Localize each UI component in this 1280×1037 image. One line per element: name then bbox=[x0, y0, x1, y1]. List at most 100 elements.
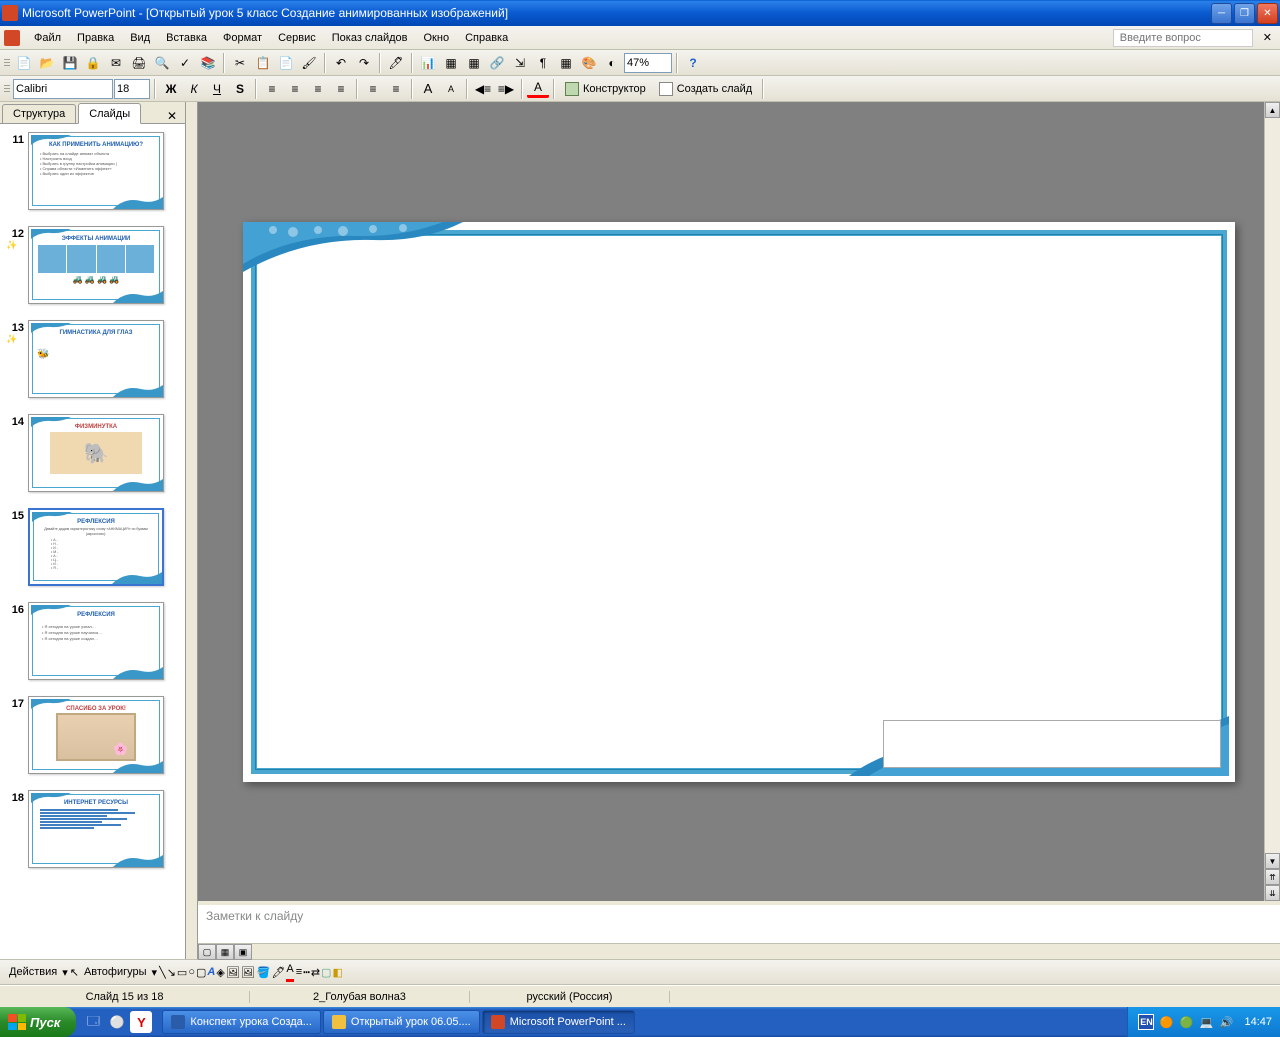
toolbar-handle[interactable] bbox=[4, 53, 10, 73]
ink-icon[interactable]: 🖊 bbox=[385, 52, 407, 74]
minimize-button[interactable]: ─ bbox=[1211, 3, 1232, 24]
help-icon[interactable]: ? bbox=[682, 52, 704, 74]
view-normal-icon[interactable]: ▢ bbox=[198, 944, 216, 960]
thumbnail-row[interactable]: 11КАК ПРИМЕНИТЬ АНИМАЦИЮ?• Выбрать на сл… bbox=[0, 128, 185, 222]
tray-icon[interactable]: 🟠 bbox=[1158, 1014, 1174, 1030]
menu-window[interactable]: Окно bbox=[416, 29, 458, 47]
thumbnail-row[interactable]: 18ИНТЕРНЕТ РЕСУРСЫ bbox=[0, 786, 185, 880]
grid-icon[interactable]: ▦ bbox=[555, 52, 577, 74]
email-icon[interactable]: ✉ bbox=[105, 52, 127, 74]
chevron-down-icon[interactable]: ▾ bbox=[152, 966, 158, 979]
new-icon[interactable]: 📄 bbox=[13, 52, 35, 74]
tray-icon[interactable]: 🔊 bbox=[1218, 1014, 1234, 1030]
menu-insert[interactable]: Вставка bbox=[158, 29, 215, 47]
dash-style-icon[interactable]: ┅ bbox=[303, 966, 310, 979]
slide-thumbnail[interactable]: ГИМНАСТИКА ДЛЯ ГЛАЗ🐝 bbox=[28, 320, 164, 398]
status-lang[interactable]: русский (Россия) bbox=[470, 991, 670, 1003]
increase-indent-icon[interactable]: ≡▶ bbox=[495, 78, 517, 100]
show-formatting-icon[interactable]: ¶ bbox=[532, 52, 554, 74]
font-color-icon[interactable]: A bbox=[527, 79, 549, 98]
shadow-button[interactable]: S bbox=[229, 78, 251, 100]
autoshapes-menu[interactable]: Автофигуры bbox=[80, 966, 151, 978]
fill-color-icon[interactable]: 🪣 bbox=[257, 966, 271, 979]
decrease-indent-icon[interactable]: ◀≡ bbox=[472, 78, 494, 100]
taskbar-item[interactable]: Microsoft PowerPoint ... bbox=[482, 1010, 635, 1034]
menu-edit[interactable]: Правка bbox=[69, 29, 122, 47]
align-justify-icon[interactable]: ≡ bbox=[330, 78, 352, 100]
app-menu-icon[interactable] bbox=[4, 30, 20, 46]
align-right-icon[interactable]: ≡ bbox=[307, 78, 329, 100]
thumbnail-row[interactable]: 15РЕФЛЕКСИЯДавайте дадим характеристику … bbox=[0, 504, 185, 598]
menu-format[interactable]: Формат bbox=[215, 29, 270, 47]
redo-icon[interactable]: ↷ bbox=[353, 52, 375, 74]
font-color-icon[interactable]: A bbox=[286, 963, 293, 982]
cut-icon[interactable]: ✂ bbox=[229, 52, 251, 74]
expand-icon[interactable]: ⇲ bbox=[509, 52, 531, 74]
yandex-icon[interactable]: Y bbox=[130, 1011, 152, 1033]
hyperlink-icon[interactable]: 🔗 bbox=[486, 52, 508, 74]
diagram-icon[interactable]: ◈ bbox=[216, 966, 224, 979]
scroll-up-icon[interactable]: ▲ bbox=[1265, 102, 1280, 118]
picture-icon[interactable]: 🖼 bbox=[241, 966, 255, 979]
table-icon[interactable]: ▦ bbox=[440, 52, 462, 74]
menu-view[interactable]: Вид bbox=[122, 29, 158, 47]
tray-icon[interactable]: 💻 bbox=[1198, 1014, 1214, 1030]
3d-style-icon[interactable]: ◧ bbox=[332, 966, 342, 979]
scroll-down-icon[interactable]: ▼ bbox=[1265, 853, 1280, 869]
slide-thumbnail[interactable]: РЕФЛЕКСИЯ• Я сегодня на уроке узнал…• Я … bbox=[28, 602, 164, 680]
taskbar-item[interactable]: Конспект урока Созда... bbox=[162, 1010, 321, 1034]
permission-icon[interactable]: 🔒 bbox=[82, 52, 104, 74]
taskbar-item[interactable]: Открытый урок 06.05.... bbox=[323, 1010, 480, 1034]
align-left-icon[interactable]: ≡ bbox=[261, 78, 283, 100]
line-color-icon[interactable]: 🖊 bbox=[271, 966, 285, 979]
designer-button[interactable]: Конструктор bbox=[559, 78, 652, 100]
clipart-icon[interactable]: 🖼 bbox=[226, 966, 240, 979]
view-slideshow-icon[interactable]: ▣ bbox=[234, 944, 252, 960]
bold-button[interactable]: Ж bbox=[160, 78, 182, 100]
copy-icon[interactable]: 📋 bbox=[252, 52, 274, 74]
rectangle-icon[interactable]: ▭ bbox=[177, 966, 187, 979]
preview-icon[interactable]: 🔍 bbox=[151, 52, 173, 74]
align-center-icon[interactable]: ≡ bbox=[284, 78, 306, 100]
wordart-icon[interactable]: A bbox=[207, 966, 215, 978]
tab-outline[interactable]: Структура bbox=[2, 104, 76, 123]
new-slide-button[interactable]: Создать слайд bbox=[653, 78, 758, 100]
decrease-font-icon[interactable]: A bbox=[440, 78, 462, 100]
prev-slide-icon[interactable]: ⇈ bbox=[1265, 869, 1280, 885]
restore-button[interactable]: ❐ bbox=[1234, 3, 1255, 24]
thumbnail-row[interactable]: 12✨ЭФФЕКТЫ АНИМАЦИИ🚜 🚜 🚜 🚜 bbox=[0, 222, 185, 316]
slide-thumbnail[interactable]: КАК ПРИМЕНИТЬ АНИМАЦИЮ?• Выбрать на слай… bbox=[28, 132, 164, 210]
undo-icon[interactable]: ↶ bbox=[330, 52, 352, 74]
slide-placeholder-box[interactable] bbox=[883, 720, 1221, 768]
bullet-list-icon[interactable]: ≡ bbox=[385, 78, 407, 100]
view-sorter-icon[interactable]: ▦ bbox=[216, 944, 234, 960]
underline-button[interactable]: Ч bbox=[206, 78, 228, 100]
increase-font-icon[interactable]: A bbox=[417, 78, 439, 100]
chart-icon[interactable]: 📊 bbox=[417, 52, 439, 74]
help-question-input[interactable] bbox=[1113, 29, 1253, 47]
language-indicator[interactable]: EN bbox=[1138, 1014, 1154, 1030]
print-icon[interactable]: 🖨 bbox=[128, 52, 150, 74]
shadow-style-icon[interactable]: ▢ bbox=[321, 966, 331, 979]
paste-icon[interactable]: 📄 bbox=[275, 52, 297, 74]
actions-menu[interactable]: Действия bbox=[5, 966, 61, 978]
thumbnail-row[interactable]: 13✨ГИМНАСТИКА ДЛЯ ГЛАЗ🐝 bbox=[0, 316, 185, 410]
slide-area[interactable]: РЕФЛЕКСИЯ Давайте дадим характеристику с… bbox=[186, 102, 1280, 901]
next-slide-icon[interactable]: ⇊ bbox=[1265, 885, 1280, 901]
tables-icon[interactable]: ▦ bbox=[463, 52, 485, 74]
browser-icon[interactable]: ⚪ bbox=[106, 1011, 128, 1033]
slide-thumbnail[interactable]: ФИЗМИНУТКА🐘 bbox=[28, 414, 164, 492]
numbered-list-icon[interactable]: ≡ bbox=[362, 78, 384, 100]
oval-icon[interactable]: ○ bbox=[188, 966, 195, 978]
close-button[interactable]: ✕ bbox=[1257, 3, 1278, 24]
thumbnail-row[interactable]: 14ФИЗМИНУТКА🐘 bbox=[0, 410, 185, 504]
textbox-icon[interactable]: ▢ bbox=[196, 966, 206, 979]
select-arrow-icon[interactable]: ↖ bbox=[70, 966, 79, 979]
arrow-icon[interactable]: ↘ bbox=[167, 966, 176, 979]
start-button[interactable]: Пуск bbox=[0, 1007, 76, 1037]
slide-thumbnail[interactable]: СПАСИБО ЗА УРОК!🌸 bbox=[28, 696, 164, 774]
size-combo[interactable] bbox=[114, 79, 150, 99]
vertical-scrollbar[interactable]: ▲ ▼ ⇈ ⇊ bbox=[1264, 102, 1280, 901]
spellcheck-icon[interactable]: ✓ bbox=[174, 52, 196, 74]
mdi-close-button[interactable]: ✕ bbox=[1259, 31, 1276, 44]
